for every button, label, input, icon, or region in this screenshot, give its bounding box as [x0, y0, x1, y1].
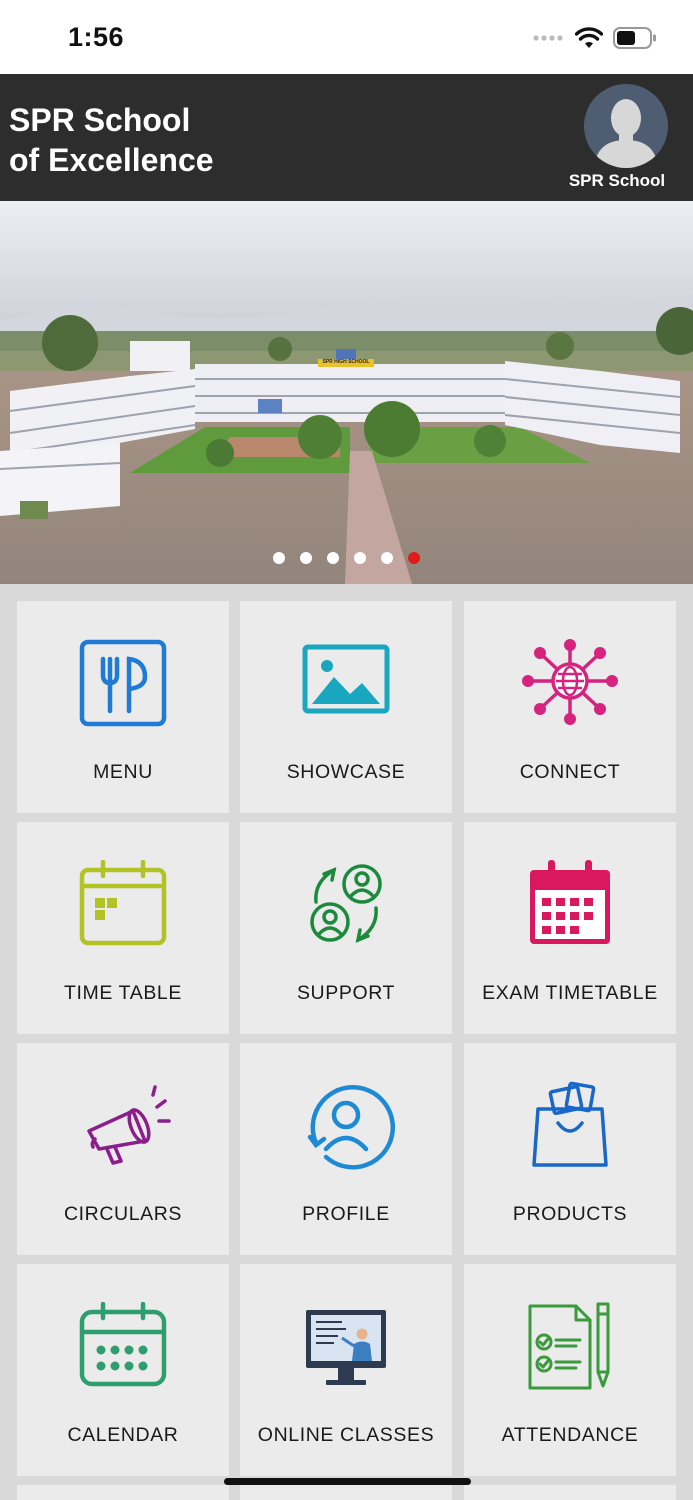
school-campus-photo	[0, 201, 693, 584]
attendance-checklist-icon	[528, 1302, 610, 1390]
app-header: SPR School of Excellence SPR School	[0, 74, 693, 201]
tile-online-classes[interactable]: ONLINE CLASSES	[240, 1264, 452, 1476]
tile-label: PRODUCTS	[512, 1203, 628, 1225]
battery-icon	[613, 27, 656, 49]
tile-partial[interactable]	[464, 1485, 676, 1500]
carousel-dot-active[interactable]	[408, 552, 420, 564]
support-users-icon	[310, 864, 382, 943]
status-icons	[533, 26, 657, 50]
shopping-bag-icon	[532, 1081, 608, 1167]
wifi-icon	[575, 27, 603, 48]
tile-partial[interactable]	[17, 1485, 229, 1500]
exam-calendar-icon	[530, 860, 610, 944]
tile-support[interactable]: SUPPORT	[240, 822, 452, 1034]
megaphone-icon	[87, 1085, 171, 1165]
tile-circulars[interactable]: CIRCULARS	[17, 1043, 229, 1255]
tile-menu[interactable]: MENU	[17, 601, 229, 813]
tile-calendar[interactable]: CALENDAR	[17, 1264, 229, 1476]
tile-attendance[interactable]: ATTENDANCE	[464, 1264, 676, 1476]
tile-label: ATTENDANCE	[501, 1424, 639, 1446]
tile-label: EXAM TIMETABLE	[482, 982, 658, 1004]
network-globe-icon	[522, 639, 618, 725]
tile-exam-timetable[interactable]: EXAM TIMETABLE	[464, 822, 676, 1034]
profile-name: SPR School	[568, 171, 666, 190]
carousel-dot[interactable]	[273, 552, 285, 564]
carousel-dots	[0, 552, 693, 566]
app-title: SPR School of Excellence	[9, 102, 214, 178]
carousel-dot[interactable]	[327, 552, 339, 564]
tile-label: CALENDAR	[67, 1424, 179, 1446]
tile-profile[interactable]: PROFILE	[240, 1043, 452, 1255]
tile-label: TIME TABLE	[64, 982, 182, 1004]
tile-label: ONLINE CLASSES	[257, 1424, 435, 1446]
calendar-icon	[79, 1302, 167, 1387]
user-circle-icon	[307, 1085, 396, 1170]
online-class-icon	[306, 1310, 386, 1385]
status-time: 1:56	[68, 22, 125, 52]
tile-label: CONNECT	[519, 761, 621, 783]
avatar[interactable]	[584, 84, 668, 168]
tile-partial[interactable]	[240, 1485, 452, 1500]
image-icon	[302, 644, 390, 714]
status-bar: 1:56	[0, 0, 693, 74]
tile-showcase[interactable]: SHOWCASE	[240, 601, 452, 813]
tile-label: SUPPORT	[296, 982, 396, 1004]
person-silhouette-icon	[594, 99, 658, 168]
carousel-dot[interactable]	[354, 552, 366, 564]
carousel-dot[interactable]	[381, 552, 393, 564]
timetable-calendar-icon	[79, 860, 167, 946]
tile-label: PROFILE	[302, 1203, 390, 1225]
tile-label: SHOWCASE	[286, 761, 406, 783]
tile-connect[interactable]: CONNECT	[464, 601, 676, 813]
tile-label: CIRCULARS	[63, 1203, 183, 1225]
home-indicator[interactable]	[224, 1478, 471, 1485]
school-sign-text: SPR HIGH SCHOOL	[322, 359, 370, 365]
carousel-dot[interactable]	[300, 552, 312, 564]
tile-label: MENU	[93, 761, 153, 783]
tile-time-table[interactable]: TIME TABLE	[17, 822, 229, 1034]
cutlery-icon	[79, 639, 167, 727]
banner-carousel[interactable]: SPR HIGH SCHOOL	[0, 201, 693, 584]
signal-icon	[533, 35, 563, 41]
tile-products[interactable]: PRODUCTS	[464, 1043, 676, 1255]
